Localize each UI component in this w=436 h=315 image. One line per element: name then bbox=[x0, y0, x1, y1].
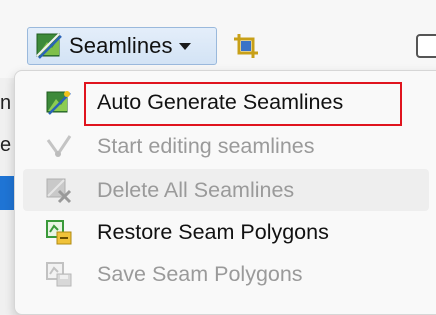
save-polygons-icon bbox=[45, 260, 73, 288]
menu-item-start-editing-seamlines[interactable]: Start editing seamlines bbox=[23, 125, 429, 167]
left-panel-text-fragment: n bbox=[0, 92, 12, 114]
menu-item-delete-all-seamlines[interactable]: Delete All Seamlines bbox=[23, 169, 429, 211]
chevron-down-icon bbox=[178, 42, 191, 50]
menu-item-label: Save Seam Polygons bbox=[97, 261, 303, 286]
edit-seamlines-icon bbox=[45, 132, 73, 160]
left-panel-text-fragment: e bbox=[0, 134, 12, 156]
restore-polygons-icon bbox=[45, 218, 73, 246]
auto-generate-icon bbox=[45, 88, 73, 116]
menu-item-label: Restore Seam Polygons bbox=[97, 219, 329, 244]
left-panel: n e bbox=[0, 78, 14, 315]
menu-item-save-seam-polygons[interactable]: Save Seam Polygons bbox=[23, 253, 429, 295]
seamlines-dropdown-button[interactable]: Seamlines bbox=[27, 27, 217, 65]
toggle-checkbox[interactable] bbox=[416, 34, 436, 58]
menu-item-restore-seam-polygons[interactable]: Restore Seam Polygons bbox=[23, 211, 429, 253]
delete-seamlines-icon bbox=[45, 176, 73, 204]
toolbar: Seamlines bbox=[0, 0, 436, 78]
clip-extent-icon[interactable] bbox=[232, 32, 260, 60]
menu-item-label: Start editing seamlines bbox=[97, 133, 315, 158]
selected-row[interactable] bbox=[0, 176, 14, 210]
highlight-annotation-box bbox=[84, 82, 402, 126]
seamlines-icon bbox=[35, 32, 63, 60]
menu-item-label: Delete All Seamlines bbox=[97, 177, 295, 202]
seamlines-button-label: Seamlines bbox=[69, 33, 173, 58]
